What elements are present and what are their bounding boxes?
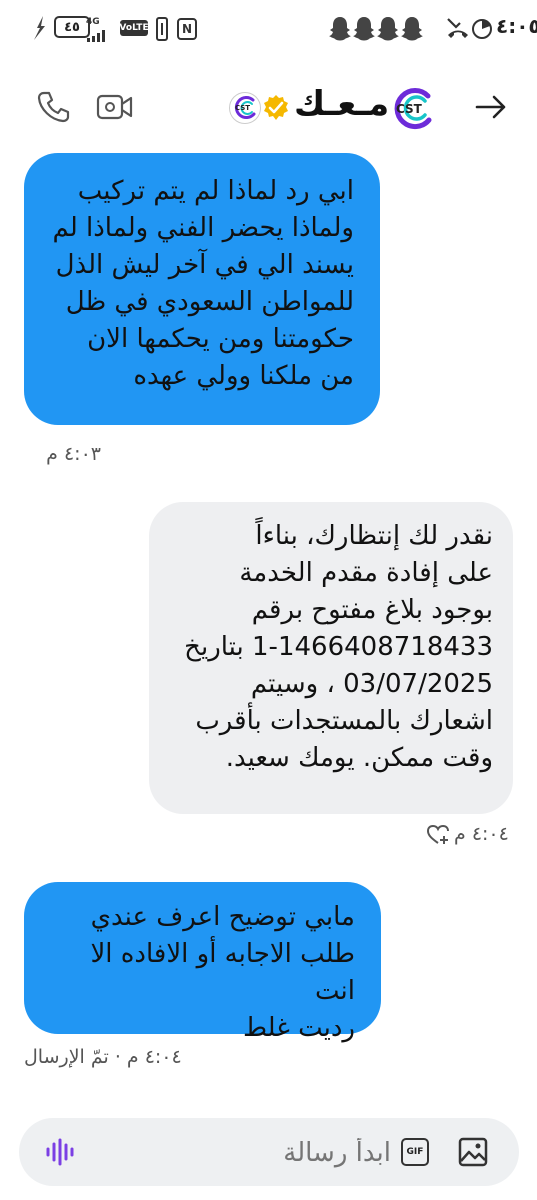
- signal-spark-icon: [34, 16, 45, 40]
- received-meta-row: ٤:٠٤ م: [420, 820, 520, 850]
- small-cst-logo: CST: [229, 92, 261, 124]
- verified-badge-icon: [264, 95, 288, 120]
- image-attach-icon[interactable]: [457, 1136, 489, 1168]
- message-bubble-sent[interactable]: ابي رد لماذا لم يتم تركيب ولماذا يحضر ال…: [24, 153, 380, 425]
- avatar-logo-text: CST: [396, 102, 422, 116]
- contact-name[interactable]: مـعـك: [294, 84, 389, 124]
- volte-badge: VoLTE: [119, 20, 149, 36]
- back-arrow-icon[interactable]: [474, 92, 508, 122]
- nfc-icon: N: [177, 18, 197, 40]
- message-composer: GIF: [19, 1118, 519, 1186]
- phone-call-icon[interactable]: [36, 90, 70, 124]
- status-time: ٤:٠٥: [496, 14, 537, 38]
- message-timestamp: ٤:٠٣ م: [46, 443, 101, 465]
- vibrate-icon: [156, 17, 168, 41]
- gif-button[interactable]: GIF: [401, 1138, 429, 1166]
- missed-call-icon: [447, 18, 468, 38]
- status-bar: ٤٥ 4G VoLTE N ٤:٠٥: [0, 0, 537, 60]
- snapchat-notification-icons: [329, 17, 423, 41]
- message-timestamp: ٤:٠٤ م: [454, 823, 509, 845]
- battery-indicator: ٤٥: [54, 16, 90, 38]
- voice-message-icon[interactable]: [45, 1138, 75, 1166]
- timer-icon: [472, 19, 492, 39]
- video-call-icon[interactable]: [96, 92, 134, 122]
- contact-avatar[interactable]: CST: [388, 84, 438, 134]
- nfc-label: N: [181, 22, 193, 36]
- message-bubble-sent[interactable]: مابي توضيح اعرف عندي طلب الاجابه أو الاف…: [24, 882, 381, 1043]
- battery-level: ٤٥: [64, 19, 80, 35]
- message-status: ٤:٠٤ م · تمّ الإرسال: [24, 1046, 182, 1068]
- conversation-header: CST مـعـك CST: [0, 70, 537, 142]
- gif-label: GIF: [406, 1147, 424, 1157]
- add-reaction-icon[interactable]: [426, 824, 450, 846]
- volte-label: VoLTE: [119, 23, 149, 33]
- message-input[interactable]: [99, 1130, 393, 1176]
- network-type: 4G: [86, 17, 100, 27]
- message-bubble-received[interactable]: نقدر لك إنتظارك، بناءاً على إفادة مقدم ا…: [149, 502, 513, 814]
- small-logo-text: CST: [235, 104, 251, 112]
- cell-signal-icon: [87, 30, 105, 42]
